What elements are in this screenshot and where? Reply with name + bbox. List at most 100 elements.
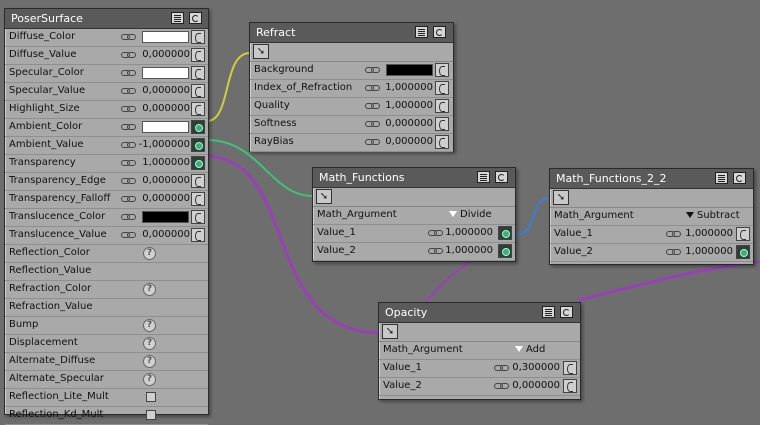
input-plug-icon[interactable] (736, 227, 750, 241)
operation-dropdown[interactable]: Divide (449, 209, 492, 220)
param-value-field[interactable]: -1,000000 (139, 139, 190, 150)
menu-icon[interactable] (542, 306, 555, 318)
operation-dropdown[interactable]: Subtract (686, 210, 740, 221)
poser-surface-node[interactable]: PoserSurface Diffuse_Color Diffuse_Value 0… (4, 8, 209, 425)
param-value-field[interactable]: 0,000000 (512, 380, 560, 391)
param-value-field[interactable]: 0,000000 (385, 136, 433, 147)
input-plug-icon[interactable] (435, 135, 449, 149)
link-icon[interactable] (121, 232, 137, 238)
math-functions-2-2-node[interactable]: Math_Functions_2_2 ➘ Math_Argument Subtr… (549, 168, 754, 265)
link-icon[interactable] (121, 34, 137, 40)
param-value-field[interactable]: 0,000000 (142, 229, 190, 240)
input-plug-icon[interactable] (191, 174, 205, 188)
connected-input-icon[interactable] (498, 244, 512, 258)
link-icon[interactable] (666, 231, 682, 237)
help-icon[interactable]: ? (143, 337, 156, 350)
refract-header[interactable]: Refract (250, 23, 453, 43)
link-icon[interactable] (365, 85, 381, 91)
checkbox[interactable] (146, 392, 156, 402)
color-swatch[interactable] (142, 211, 189, 223)
math-functions-2-2-header[interactable]: Math_Functions_2_2 (550, 169, 753, 189)
input-plug-icon[interactable] (563, 361, 577, 375)
link-icon[interactable] (121, 124, 137, 130)
color-swatch[interactable] (142, 31, 189, 43)
output-plug-icon[interactable]: ➘ (253, 44, 269, 59)
help-icon[interactable]: ? (143, 319, 156, 332)
param-value-field[interactable]: 1,000000 (385, 82, 433, 93)
refresh-icon[interactable] (433, 26, 446, 38)
help-icon[interactable]: ? (143, 283, 156, 296)
help-icon[interactable]: ? (143, 355, 156, 368)
input-plug-icon[interactable] (435, 81, 449, 95)
math-functions-node[interactable]: Math_Functions ➘ Math_Argument Divide Va… (312, 167, 516, 262)
link-icon[interactable] (121, 88, 137, 94)
connected-input-icon[interactable] (191, 156, 205, 170)
output-plug-icon[interactable]: ➘ (553, 190, 569, 205)
connected-input-icon[interactable] (191, 138, 205, 152)
color-swatch[interactable] (142, 121, 189, 133)
connected-input-icon[interactable] (736, 245, 750, 259)
link-icon[interactable] (428, 230, 444, 236)
param-value-field[interactable]: 1,000000 (685, 228, 733, 239)
input-plug-icon[interactable] (563, 379, 577, 393)
menu-icon[interactable] (171, 12, 184, 24)
param-value-field[interactable]: 0,300000 (512, 362, 560, 373)
param-value-field[interactable]: 1,000000 (445, 245, 493, 256)
refresh-icon[interactable] (495, 171, 508, 183)
refresh-icon[interactable] (189, 12, 202, 24)
link-icon[interactable] (494, 365, 510, 371)
link-icon[interactable] (428, 248, 444, 254)
menu-icon[interactable] (415, 26, 428, 38)
input-plug-icon[interactable] (191, 48, 205, 62)
poser-surface-header[interactable]: PoserSurface (5, 9, 208, 29)
help-icon[interactable]: ? (143, 247, 156, 260)
param-value-field[interactable]: 1,000000 (445, 227, 493, 238)
param-value-field[interactable]: 0,000000 (142, 175, 190, 186)
link-icon[interactable] (365, 67, 381, 73)
menu-icon[interactable] (477, 171, 490, 183)
param-value-field[interactable]: 0,000000 (142, 49, 190, 60)
input-plug-icon[interactable] (191, 66, 205, 80)
input-plug-icon[interactable] (435, 117, 449, 131)
input-plug-icon[interactable] (191, 210, 205, 224)
link-icon[interactable] (121, 160, 137, 166)
link-icon[interactable] (365, 103, 381, 109)
input-plug-icon[interactable] (191, 192, 205, 206)
param-value-field[interactable]: 1,000000 (385, 100, 433, 111)
refresh-icon[interactable] (733, 172, 746, 184)
opacity-node[interactable]: Opacity ➘ Math_Argument Add Value_1 0,300… (378, 302, 581, 400)
param-value-field[interactable]: 0,000000 (142, 103, 190, 114)
checkbox[interactable] (146, 410, 156, 420)
link-icon[interactable] (121, 106, 137, 112)
link-icon[interactable] (494, 383, 510, 389)
link-icon[interactable] (365, 121, 381, 127)
output-plug-icon[interactable]: ➘ (382, 324, 398, 339)
link-icon[interactable] (121, 214, 137, 220)
link-icon[interactable] (121, 178, 137, 184)
input-plug-icon[interactable] (191, 228, 205, 242)
input-plug-icon[interactable] (191, 102, 205, 116)
menu-icon[interactable] (715, 172, 728, 184)
link-icon[interactable] (121, 196, 137, 202)
input-plug-icon[interactable] (435, 63, 449, 77)
input-plug-icon[interactable] (191, 30, 205, 44)
operation-dropdown[interactable]: Add (515, 344, 545, 355)
link-icon[interactable] (121, 52, 137, 58)
param-value-field[interactable]: 0,000000 (142, 85, 190, 96)
param-value-field[interactable]: 1,000000 (685, 246, 733, 257)
param-value-field[interactable]: 0,000000 (385, 118, 433, 129)
link-icon[interactable] (666, 249, 682, 255)
opacity-header[interactable]: Opacity (379, 303, 580, 323)
color-swatch[interactable] (142, 67, 189, 79)
link-icon[interactable] (365, 139, 381, 145)
input-plug-icon[interactable] (435, 99, 449, 113)
param-value-field[interactable]: 0,000000 (142, 193, 190, 204)
help-icon[interactable]: ? (143, 373, 156, 386)
output-plug-icon[interactable]: ➘ (316, 189, 332, 204)
refresh-icon[interactable] (560, 306, 573, 318)
link-icon[interactable] (121, 142, 137, 148)
refract-node[interactable]: Refract ➘ Background Index_of_Refraction 1… (249, 22, 454, 152)
color-swatch[interactable] (386, 64, 433, 76)
connected-input-icon[interactable] (498, 226, 512, 240)
math-functions-header[interactable]: Math_Functions (313, 168, 515, 188)
